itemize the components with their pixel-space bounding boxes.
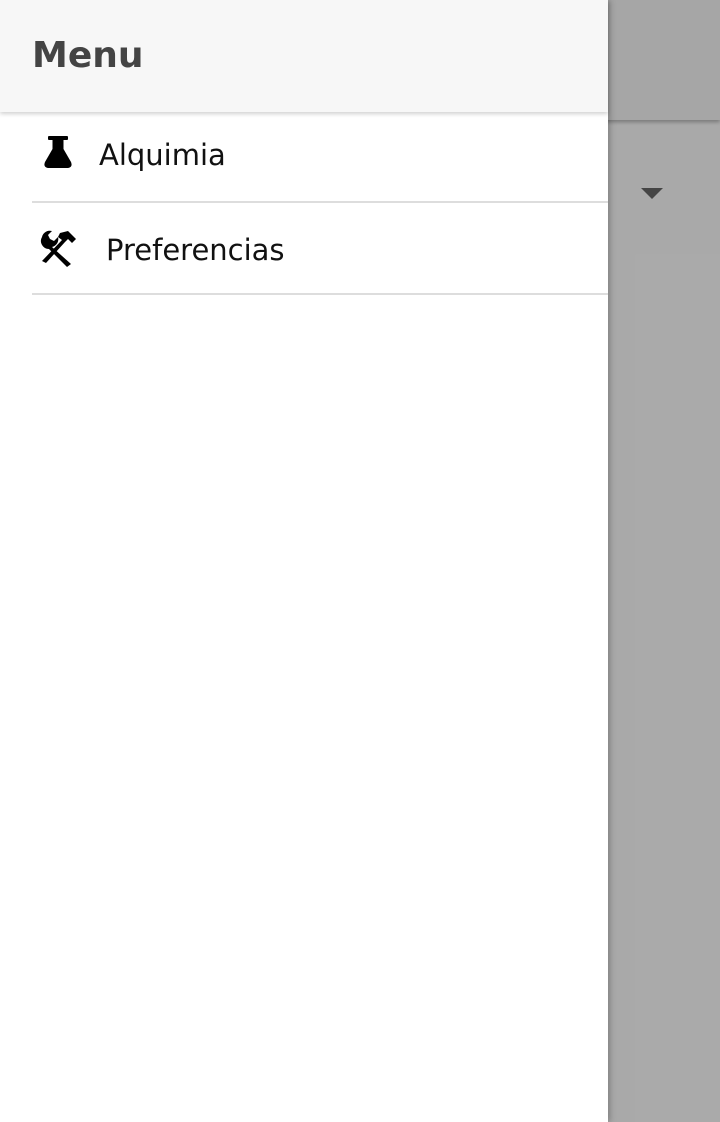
drawer-header: Menu [0, 0, 608, 112]
menu-item-alquimia[interactable]: Alquimia [32, 112, 608, 203]
menu-list: Alquimia Preferencias [0, 112, 608, 295]
menu-item-preferencias[interactable]: Preferencias [32, 203, 608, 295]
navigation-drawer: Menu Alquimia Preferencias [0, 0, 608, 1122]
app-screen: Menu Alquimia Preferencias [0, 0, 720, 1122]
menu-item-label: Alquimia [99, 138, 226, 172]
menu-item-label: Preferencias [106, 233, 285, 267]
flask-icon [44, 136, 72, 168]
tools-icon [40, 230, 76, 267]
drawer-title: Menu [32, 35, 144, 76]
